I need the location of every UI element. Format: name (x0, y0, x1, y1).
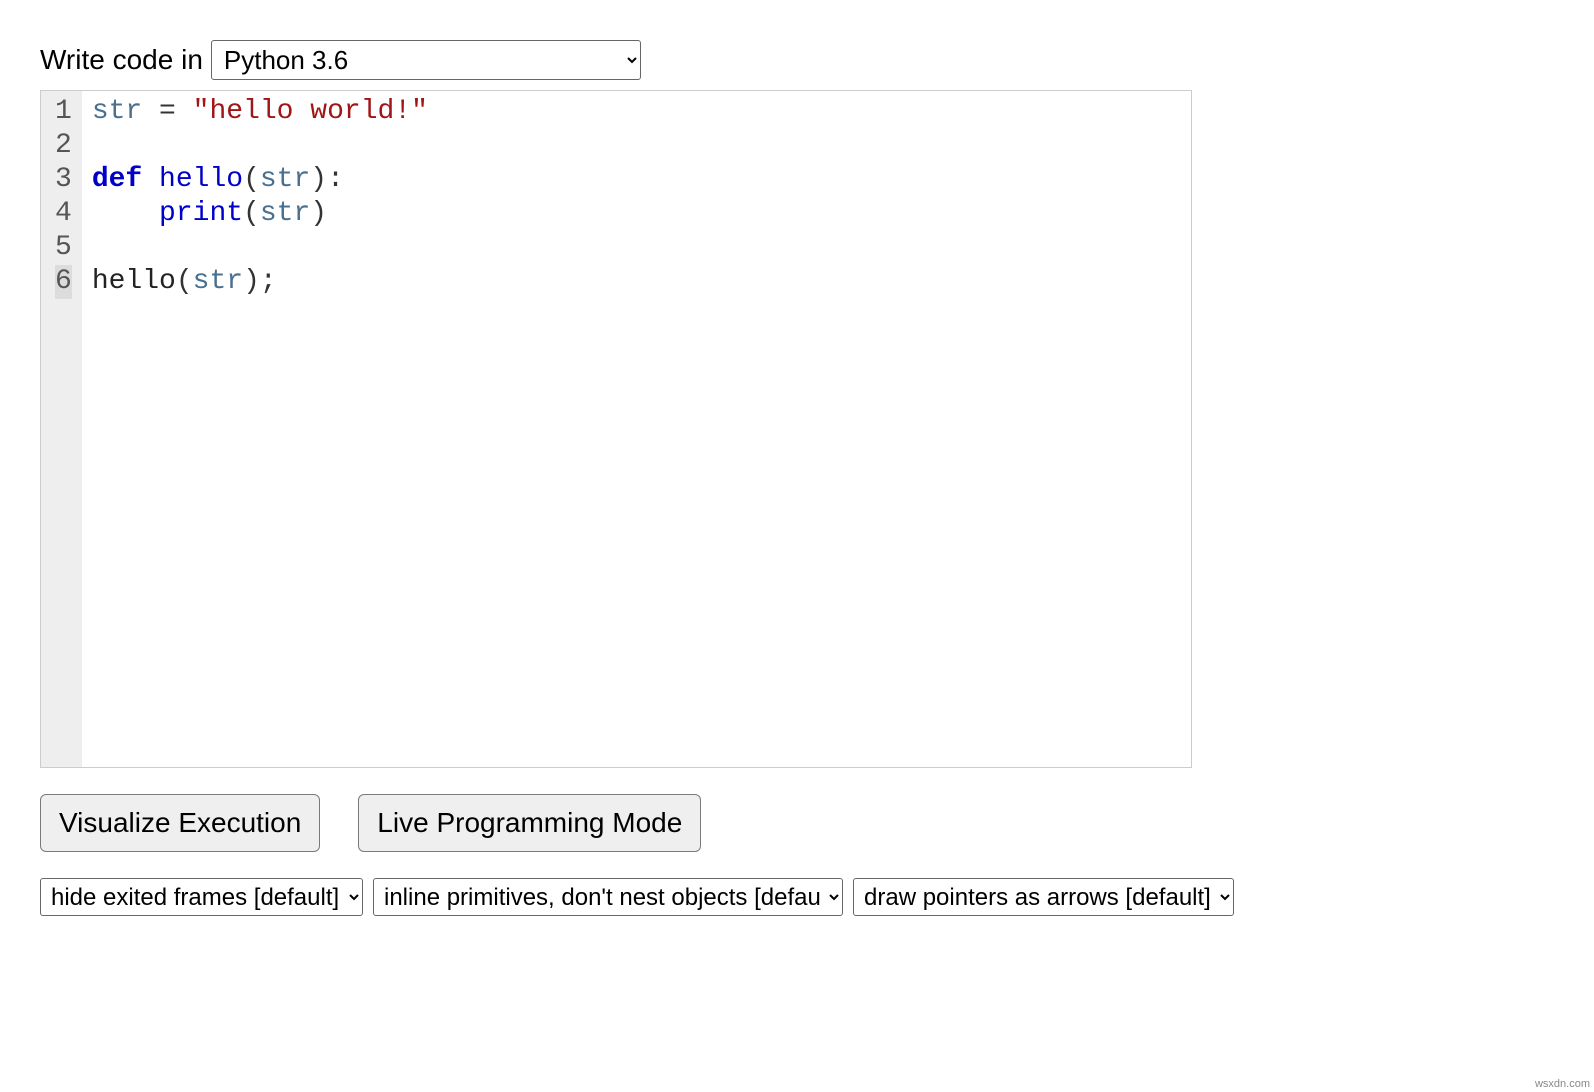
code-token (142, 96, 159, 127)
code-line[interactable]: print(str) (92, 197, 1181, 231)
code-token: = (159, 96, 176, 127)
code-area[interactable]: str = "hello world!"def hello(str): prin… (82, 91, 1191, 767)
line-number: 4 (55, 197, 72, 231)
options-row: hide exited frames [default] inline prim… (40, 878, 1554, 916)
line-number: 3 (55, 163, 72, 197)
code-token: ( (176, 266, 193, 297)
language-select[interactable]: Python 3.6 (211, 40, 641, 80)
line-number: 6 (55, 265, 72, 299)
line-number-gutter: 123456 (41, 91, 82, 767)
footer-watermark: wsxdn.com (1535, 1078, 1590, 1090)
code-token (176, 96, 193, 127)
code-token: hello (159, 164, 243, 195)
code-line[interactable]: hello(str); (92, 265, 1181, 299)
header-row: Write code in Python 3.6 (40, 40, 1554, 80)
code-line[interactable]: str = "hello world!" (92, 95, 1181, 129)
code-token: ( (243, 198, 260, 229)
primitives-option-select[interactable]: inline primitives, don't nest objects [d… (373, 878, 843, 916)
line-number: 2 (55, 129, 72, 163)
visualize-execution-button[interactable]: Visualize Execution (40, 794, 320, 852)
code-token: print (159, 198, 243, 229)
live-programming-button[interactable]: Live Programming Mode (358, 794, 701, 852)
code-token: ); (243, 266, 277, 297)
code-token: ): (310, 164, 344, 195)
code-token: ( (243, 164, 260, 195)
code-token: def (92, 164, 142, 195)
code-editor[interactable]: 123456 str = "hello world!"def hello(str… (40, 90, 1192, 768)
code-token: str (92, 96, 142, 127)
code-token: str (260, 198, 310, 229)
code-token: hello (92, 266, 176, 297)
code-token: "hello world!" (193, 96, 428, 127)
pointers-option-select[interactable]: draw pointers as arrows [default] (853, 878, 1234, 916)
code-line[interactable] (92, 129, 1181, 163)
code-token (92, 198, 159, 229)
code-token: str (260, 164, 310, 195)
code-token: ) (310, 198, 327, 229)
buttons-row: Visualize Execution Live Programming Mod… (40, 794, 1554, 852)
frames-option-select[interactable]: hide exited frames [default] (40, 878, 363, 916)
write-code-label: Write code in (40, 44, 203, 76)
code-line[interactable]: def hello(str): (92, 163, 1181, 197)
line-number: 5 (55, 231, 72, 265)
code-token (142, 164, 159, 195)
line-number: 1 (55, 95, 72, 129)
code-token: str (193, 266, 243, 297)
code-line[interactable] (92, 231, 1181, 265)
